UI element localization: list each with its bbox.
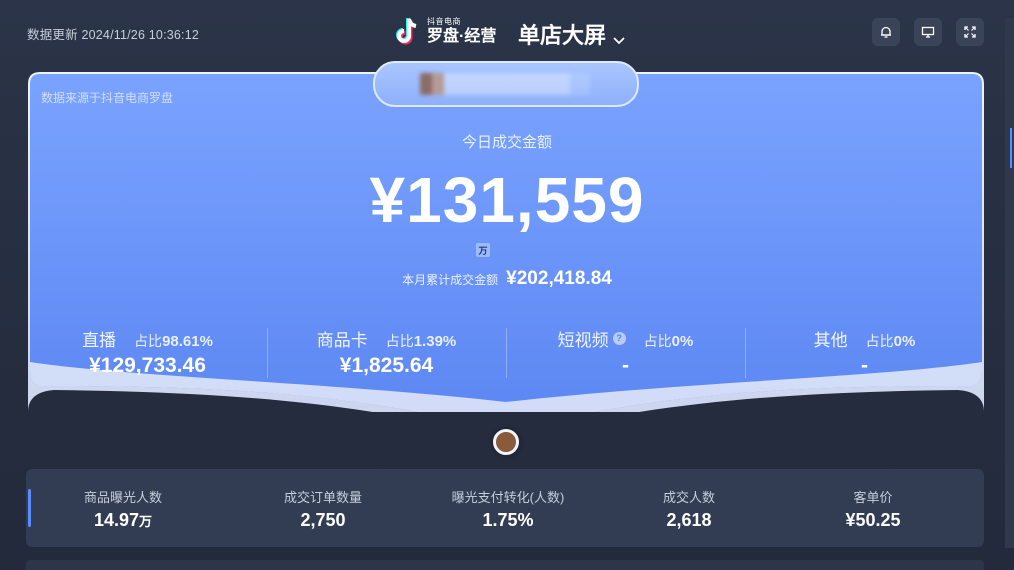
share-value: 98.61% — [162, 333, 213, 350]
month-gmv-value: ¥202,418.84 — [506, 268, 612, 289]
help-icon[interactable]: ? — [612, 332, 626, 345]
metric-label: 成交人数 — [662, 490, 715, 505]
share-label: 占比 — [385, 333, 414, 349]
metric-unit: 万 — [139, 514, 153, 529]
channel-value: ¥1,825.64 — [339, 354, 434, 377]
update-time: 数据更新 2024/11/26 10:36:12 — [27, 28, 200, 42]
metric-orders: 成交订单数量 2,750 — [228, 469, 418, 547]
metric-label: 商品曝光人数 — [83, 490, 162, 505]
brand-logo: 抖音电商 罗盘·经营 — [393, 14, 496, 50]
fullscreen-icon — [964, 26, 976, 38]
today-gmv-label: 今日成交金额 — [461, 134, 552, 151]
brand-title: 罗盘·经营 — [427, 28, 497, 45]
channel-value: - — [861, 354, 868, 377]
channel-name: 直播 — [82, 331, 117, 350]
metric-label: 成交订单数量 — [283, 490, 362, 505]
share-value: 0% — [671, 333, 694, 350]
fullscreen-button[interactable] — [956, 18, 984, 46]
share-value: 0% — [893, 333, 916, 350]
top-bar: 数据更新 2024/11/26 10:36:12 抖音电商 罗盘·经营 单店大屏 — [0, 0, 1014, 66]
channel-value: - — [622, 354, 629, 377]
share-label: 占比 — [643, 333, 672, 349]
metric-avg-order: 客单价 ¥50.25 — [778, 469, 968, 547]
metric-value: 2,618 — [666, 510, 712, 530]
channel-short-video: 短视频? 占比0% - — [506, 322, 745, 382]
today-gmv-value: ¥131,559 — [369, 164, 645, 236]
pendant-knob — [493, 429, 519, 455]
metric-value: 1.75% — [482, 510, 534, 530]
tiktok-logo-icon — [393, 16, 421, 48]
metrics-panel: 商品曝光人数 14.97万 成交订单数量 2,750 曝光支付转化(人数) 1.… — [26, 469, 984, 547]
channel-breakdown: 直播 占比98.61% ¥129,733.46 商品卡 占比1.39% ¥1,8… — [28, 322, 984, 382]
share-value: 1.39% — [413, 333, 457, 350]
metric-value: 14.97 — [93, 510, 140, 530]
month-gmv-row: 本月累计成交金额 ¥202,418.84 — [0, 268, 1014, 290]
right-side-panel — [1005, 18, 1014, 548]
channel-other: 其他 占比0% - — [745, 322, 984, 382]
metric-conversion: 曝光支付转化(人数) 1.75% — [413, 469, 603, 547]
right-accent-line — [1010, 128, 1012, 168]
display-button[interactable] — [914, 18, 942, 46]
bell-icon — [881, 26, 891, 38]
month-gmv-label: 本月累计成交金额 — [402, 273, 499, 287]
shop-name-blurred — [420, 73, 590, 95]
metric-value: 2,750 — [300, 510, 346, 530]
screen-selector[interactable]: 单店大屏 — [518, 18, 626, 50]
channel-live: 直播 占比98.61% ¥129,733.46 — [28, 322, 267, 382]
metric-exposure: 商品曝光人数 14.97万 — [28, 469, 218, 547]
share-label: 占比 — [865, 333, 894, 349]
metric-label: 客单价 — [853, 490, 893, 505]
notification-button[interactable] — [872, 18, 900, 46]
channel-name: 商品卡 — [316, 331, 368, 350]
metric-value: ¥50.25 — [845, 510, 901, 530]
chevron-down-icon — [612, 27, 626, 45]
shop-name-tab[interactable] — [373, 61, 639, 107]
metric-buyers: 成交人数 2,618 — [594, 469, 784, 547]
channel-value: ¥129,733.46 — [89, 354, 206, 377]
brand-subtitle: 抖音电商 — [427, 17, 461, 26]
channel-product-card: 商品卡 占比1.39% ¥1,825.64 — [267, 322, 506, 382]
monitor-icon — [921, 26, 935, 38]
metric-label: 曝光支付转化(人数) — [451, 490, 565, 505]
channel-name: 其他 — [813, 331, 848, 350]
unit-badge[interactable]: 万 — [476, 243, 490, 257]
channel-name: 短视频 — [557, 331, 609, 350]
screen-title: 单店大屏 — [518, 23, 607, 48]
share-label: 占比 — [134, 333, 163, 349]
data-source-note: 数据来源于抖音电商罗盘 — [41, 91, 174, 105]
bottom-panel-edge — [26, 560, 984, 570]
